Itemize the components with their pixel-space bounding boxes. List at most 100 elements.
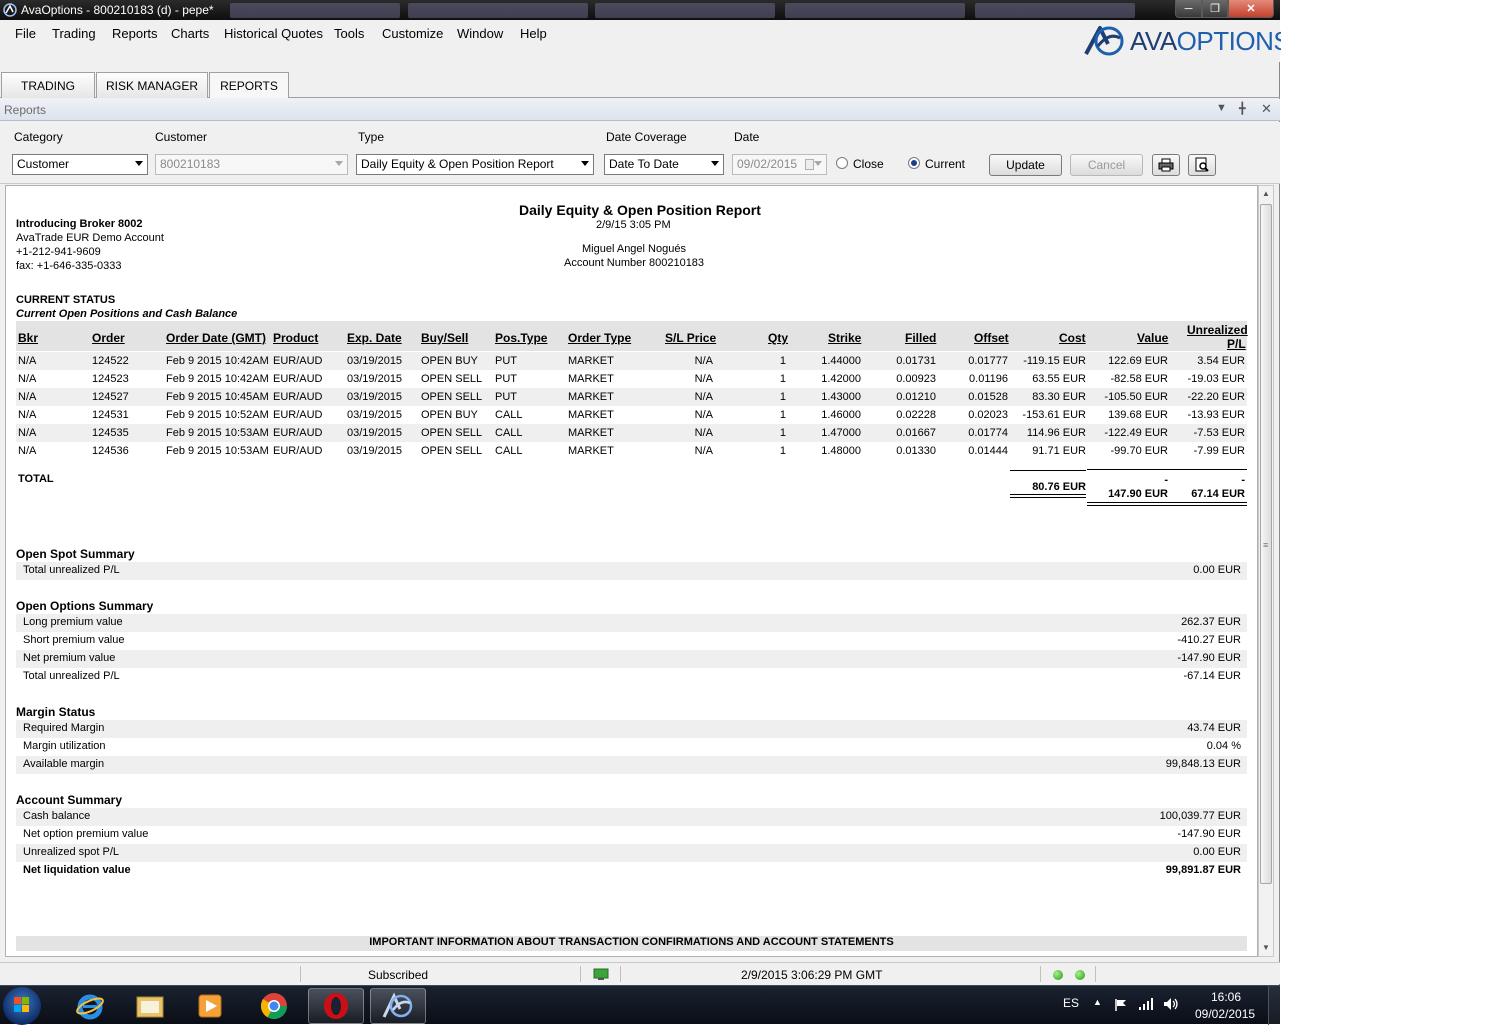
col-offset: Offset [974, 331, 1009, 345]
type-select[interactable]: Daily Equity & Open Position Report [356, 154, 594, 175]
print-preview-button[interactable] [1188, 154, 1216, 176]
os-taskbar: ES ▲ 16:06 09/02/2015 [0, 985, 1280, 1025]
menu-help[interactable]: Help [520, 26, 547, 41]
start-button[interactable] [3, 987, 41, 1025]
cell-order-date: Feb 9 2015 10:45AM [166, 391, 269, 403]
total-value-dash: - [1164, 474, 1168, 486]
current-radio[interactable] [908, 157, 920, 169]
cancel-button[interactable]: Cancel [1070, 154, 1143, 176]
keyboard-language[interactable]: ES [1063, 996, 1079, 1010]
customer-select[interactable]: 800210183 [155, 154, 348, 175]
summary-row-background [16, 720, 1247, 738]
cell-buy-sell: OPEN SELL [421, 373, 483, 385]
col-sl-price: S/L Price [665, 331, 717, 345]
panel-pin-icon[interactable]: ╋ [1239, 102, 1246, 115]
taskbar-media-player[interactable] [182, 988, 238, 1024]
speaker-volume-icon[interactable] [1163, 997, 1179, 1011]
cell-cost: -119.15 EUR [1023, 355, 1086, 367]
cell-bkr: N/A [18, 409, 37, 421]
taskbar-avaoptions[interactable] [370, 988, 426, 1024]
category-select[interactable]: Customer [12, 154, 148, 175]
col-buy-sell: Buy/Sell [421, 331, 469, 345]
cell-buy-sell: OPEN BUY [421, 409, 478, 421]
col-order-type: Order Type [568, 331, 632, 345]
date-picker[interactable]: 09/02/2015 [732, 154, 827, 175]
cell-value: -82.58 EUR [1110, 373, 1168, 385]
cell-qty: 1 [779, 355, 786, 367]
scroll-up-icon[interactable]: ▲ [1262, 189, 1270, 198]
col-product: Product [273, 331, 319, 345]
cell-pos-type: PUT [495, 391, 517, 403]
broker-fax: fax: +1-646-335-0333 [16, 260, 122, 272]
summary-label: Total unrealized P/L [23, 670, 120, 682]
cell-unrealized-pl: -19.03 EUR [1187, 373, 1245, 385]
menu-window[interactable]: Window [457, 26, 503, 41]
tab-risk-manager[interactable]: RISK MANAGER [96, 72, 208, 98]
summary-row-background [16, 756, 1247, 774]
menu-tools[interactable]: Tools [334, 26, 364, 41]
show-desktop-button[interactable] [1268, 986, 1280, 1025]
empty-screen-area [1281, 0, 1500, 985]
menu-charts[interactable]: Charts [171, 26, 209, 41]
menu-reports[interactable]: Reports [112, 26, 158, 41]
taskbar-chrome[interactable] [246, 988, 302, 1024]
chevron-down-icon [814, 161, 822, 166]
category-label: Category [14, 130, 63, 144]
update-button[interactable]: Update [989, 154, 1062, 176]
cell-qty: 1 [779, 391, 786, 403]
tray-expand-icon[interactable]: ▲ [1093, 997, 1102, 1007]
col-exp-date: Exp. Date [347, 331, 402, 345]
cell-unrealized-pl: -7.99 EUR [1193, 445, 1245, 457]
date-coverage-select[interactable]: Date To Date [604, 154, 724, 175]
status-separator [1040, 966, 1041, 982]
panel-dropdown-icon[interactable]: ▼ [1216, 102, 1227, 114]
menu-historical-quotes[interactable]: Historical Quotes [224, 26, 323, 41]
clock-date[interactable]: 09/02/2015 [1195, 1007, 1255, 1021]
reports-panel-header: Reports ▼ ╋ ✕ [0, 99, 1280, 121]
summary-value: 43.74 EUR [1187, 722, 1241, 734]
summary-label: Unrealized spot P/L [23, 846, 119, 858]
action-center-flag-icon[interactable] [1114, 998, 1128, 1012]
summary-value: -147.90 EUR [1177, 652, 1241, 664]
clock-time[interactable]: 16:06 [1211, 990, 1241, 1004]
type-label: Type [358, 130, 385, 144]
report-vertical-scrollbar[interactable]: ▲ ≡ ▼ [1258, 185, 1274, 957]
network-signal-icon[interactable] [1138, 997, 1154, 1011]
close-icon: ✕ [1246, 3, 1256, 15]
cell-buy-sell: OPEN BUY [421, 355, 478, 367]
tab-trading[interactable]: TRADING [1, 72, 95, 98]
menu-file[interactable]: File [15, 26, 36, 41]
cell-order-type: MARKET [568, 409, 614, 421]
cell-strike: 1.44000 [821, 355, 861, 367]
panel-close-icon[interactable]: ✕ [1261, 101, 1272, 117]
col-pl: P/L [1227, 337, 1246, 351]
chevron-down-icon [711, 161, 719, 166]
taskbar-internet-explorer[interactable] [62, 988, 118, 1024]
cell-pos-type: CALL [495, 427, 523, 439]
cell-exp-date: 03/19/2015 [347, 373, 403, 385]
scroll-down-icon[interactable]: ▼ [1262, 943, 1270, 952]
grip-icon: ≡ [1263, 540, 1269, 550]
col-strike: Strike [828, 331, 862, 345]
calendar-icon [805, 159, 814, 170]
col-cost: Cost [1059, 331, 1086, 345]
taskbar-file-explorer[interactable] [122, 988, 178, 1024]
summary-value: 0.00 EUR [1193, 564, 1241, 576]
status-timestamp: 2/9/2015 3:06:29 PM GMT [741, 968, 883, 982]
app-logo-icon [3, 3, 17, 17]
close-radio[interactable] [836, 157, 848, 169]
minimize-button[interactable]: ─ [1175, 0, 1202, 18]
avaoptions-logo: AVAOPTIONS [1082, 24, 1291, 58]
menu-trading[interactable]: Trading [52, 26, 96, 41]
cell-product: EUR/AUD [273, 445, 323, 457]
taskbar-opera[interactable] [308, 988, 364, 1024]
cell-buy-sell: OPEN SELL [421, 445, 483, 457]
cell-unrealized-pl: -7.53 EUR [1193, 427, 1245, 439]
close-window-button[interactable]: ✕ [1228, 0, 1274, 18]
scrollbar-thumb[interactable]: ≡ [1260, 204, 1272, 884]
maximize-button[interactable]: ❐ [1202, 0, 1228, 18]
menu-customize[interactable]: Customize [382, 26, 443, 41]
tab-reports[interactable]: REPORTS [209, 72, 289, 98]
col-unrealized: Unrealized [1187, 323, 1248, 337]
print-button[interactable] [1152, 154, 1180, 176]
